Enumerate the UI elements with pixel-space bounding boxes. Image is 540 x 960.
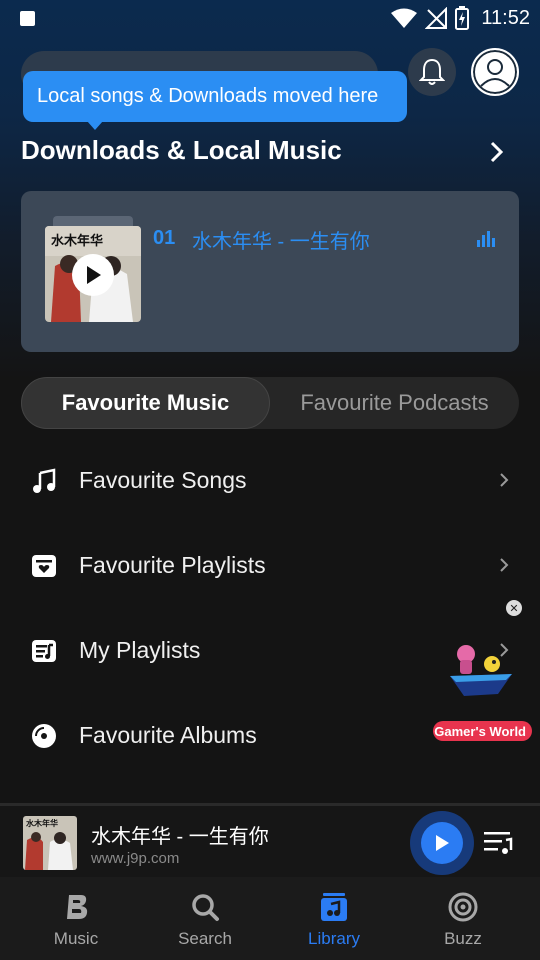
local-music-card[interactable]: 水木年华 01 水木年华 - 一生有你 — [21, 191, 519, 352]
music-note-icon — [33, 468, 56, 493]
my-playlist-icon — [32, 640, 56, 662]
tooltip-text: Local songs & Downloads moved here — [37, 85, 379, 107]
library-icon — [321, 893, 347, 921]
cover-stack-layer — [53, 216, 133, 226]
ad-label[interactable]: Gamer's World — [433, 721, 532, 741]
album-cover-stack[interactable]: 水木年华 — [45, 216, 141, 322]
cover-title: 水木年华 — [51, 234, 104, 249]
now-playing-title: 水木年华 - 一生有你 — [91, 826, 269, 848]
nav-label: Music — [53, 929, 99, 948]
play-button[interactable] — [72, 254, 114, 296]
user-avatar-icon — [473, 50, 517, 94]
search-icon — [192, 894, 219, 921]
bottom-nav: Music Search Library Buzz — [0, 877, 540, 960]
onboarding-tooltip[interactable]: Local songs & Downloads moved here — [23, 71, 407, 130]
nav-item-library[interactable]: Library — [274, 877, 394, 960]
no-signal-icon — [425, 7, 448, 29]
menu-item-favourite-playlists[interactable]: Favourite Playlists — [0, 536, 540, 596]
chevron-right-icon[interactable] — [487, 140, 507, 164]
wifi-icon — [391, 8, 418, 28]
nav-item-music[interactable]: Music — [16, 877, 136, 960]
tab-favourite-podcasts[interactable]: Favourite Podcasts — [270, 377, 519, 429]
menu-label: My Playlists — [79, 637, 201, 663]
notification-square-icon — [20, 11, 35, 26]
nav-label: Search — [178, 929, 232, 948]
mini-player[interactable]: 水木年华 水木年华 - 一生有你 www.j9p.com — [0, 803, 540, 877]
floating-ad[interactable]: ✕ Gamer's World — [430, 598, 534, 743]
avatar[interactable] — [471, 48, 519, 96]
nav-label: Buzz — [444, 929, 482, 948]
favourites-tabs: Favourite Music Favourite Podcasts — [21, 377, 519, 429]
track-title[interactable]: 水木年华 - 一生有你 — [192, 225, 370, 254]
music-logo-icon — [67, 895, 88, 919]
track-number: 01 — [153, 227, 176, 249]
chevron-right-icon — [500, 473, 509, 487]
equalizer-icon — [477, 231, 495, 247]
menu-label: Favourite Songs — [79, 467, 247, 493]
play-icon — [87, 266, 101, 284]
menu-label: Favourite Albums — [79, 722, 257, 748]
tab-favourite-music[interactable]: Favourite Music — [21, 377, 270, 429]
play-icon — [436, 835, 449, 851]
queue-icon[interactable] — [484, 830, 514, 856]
chevron-right-icon — [500, 558, 509, 572]
playlist-heart-icon — [32, 555, 56, 577]
mini-play-button[interactable] — [410, 811, 474, 875]
album-icon — [32, 724, 56, 748]
mini-album-cover: 水木年华 — [23, 816, 77, 870]
bell-icon — [419, 58, 445, 85]
notification-button[interactable] — [408, 48, 456, 96]
menu-label: Favourite Playlists — [79, 552, 266, 578]
clock: 11:52 — [481, 6, 530, 29]
nav-label: Library — [308, 929, 360, 948]
nav-item-search[interactable]: Search — [145, 877, 265, 960]
battery-charging-icon — [455, 6, 470, 30]
game-character-icon — [450, 645, 512, 696]
section-title-local[interactable]: Downloads & Local Music — [21, 135, 342, 166]
buzz-icon — [448, 892, 478, 922]
status-bar: 11:52 — [0, 0, 540, 36]
mini-cover-title: 水木年华 — [26, 818, 58, 828]
nav-item-buzz[interactable]: Buzz — [403, 877, 523, 960]
now-playing-subtitle: www.j9p.com — [91, 850, 180, 867]
close-icon[interactable]: ✕ — [506, 600, 522, 616]
menu-item-favourite-songs[interactable]: Favourite Songs — [0, 451, 540, 511]
